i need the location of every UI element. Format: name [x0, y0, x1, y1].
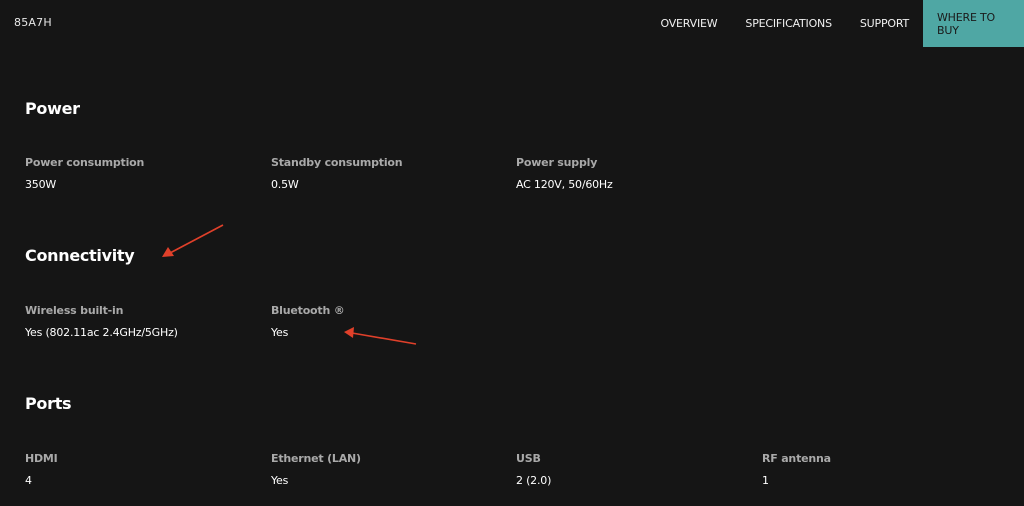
spec-value: 2 (2.0)	[516, 474, 552, 487]
spec-label: Bluetooth ®	[271, 304, 345, 317]
spec-label: USB	[516, 452, 541, 465]
spec-value: 0.5W	[271, 178, 299, 191]
annotation-arrow-bluetooth	[344, 327, 417, 345]
spec-value: 350W	[25, 178, 57, 191]
spec-value: Yes	[271, 326, 289, 339]
spec-value: Yes (802.11ac 2.4GHz/5GHz)	[25, 326, 178, 339]
spec-wireless: Wireless built-in Yes (802.11ac 2.4GHz/5…	[25, 304, 178, 339]
spec-label: Power consumption	[25, 156, 145, 169]
spec-label: Power supply	[516, 156, 598, 169]
section-title-ports: Ports	[25, 394, 72, 413]
spec-value: Yes	[271, 474, 289, 487]
nav-overview[interactable]: OVERVIEW	[646, 0, 731, 47]
spec-power-supply: Power supply AC 120V, 50/60Hz	[516, 156, 613, 191]
spec-power-consumption: Power consumption 350W	[25, 156, 144, 191]
spec-label: Ethernet (LAN)	[271, 452, 361, 465]
spec-bluetooth: Bluetooth ® Yes	[271, 304, 345, 339]
where-to-buy-button[interactable]: WHERE TO BUY	[923, 0, 1024, 47]
nav-support[interactable]: SUPPORT	[846, 0, 923, 47]
spec-usb: USB 2 (2.0)	[516, 452, 551, 487]
section-title-connectivity: Connectivity	[25, 246, 135, 265]
spec-label: Standby consumption	[271, 156, 403, 169]
nav-specifications[interactable]: SPECIFICATIONS	[731, 0, 845, 47]
annotation-arrow-connectivity	[162, 224, 224, 257]
spec-value: AC 120V, 50/60Hz	[516, 178, 613, 191]
spec-value: 4	[25, 474, 32, 487]
spec-label: HDMI	[25, 452, 58, 465]
spec-label: Wireless built-in	[25, 304, 124, 317]
spec-standby-consumption: Standby consumption 0.5W	[271, 156, 403, 191]
spec-ethernet: Ethernet (LAN) Yes	[271, 452, 361, 487]
spec-hdmi: HDMI 4	[25, 452, 58, 487]
spec-value: 1	[762, 474, 769, 487]
section-title-power: Power	[25, 99, 80, 118]
model-name: 85A7H	[14, 16, 52, 29]
main-nav: OVERVIEW SPECIFICATIONS SUPPORT WHERE TO…	[646, 0, 1024, 47]
spec-rf-antenna: RF antenna 1	[762, 452, 831, 487]
top-navigation-bar: 85A7H OVERVIEW SPECIFICATIONS SUPPORT WH…	[0, 0, 1024, 47]
annotation-layer	[162, 224, 417, 345]
spec-label: RF antenna	[762, 452, 831, 465]
